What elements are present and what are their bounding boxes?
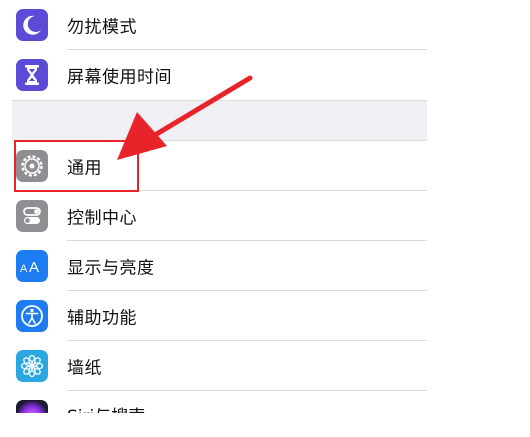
accessibility-icon (16, 300, 48, 332)
settings-item-siri-search[interactable]: Siri与搜索 (12, 391, 427, 413)
svg-text:A: A (29, 259, 39, 276)
text-size-icon: A A (16, 250, 48, 282)
settings-item-label: Siri与搜索 (67, 402, 145, 413)
settings-item-label: 辅助功能 (67, 308, 137, 329)
group-separator (12, 100, 427, 141)
settings-item-label: 勿扰模式 (67, 17, 137, 38)
siri-icon (16, 400, 48, 413)
hourglass-icon (16, 59, 48, 91)
highlight-box (14, 140, 139, 192)
settings-item-do-not-disturb[interactable]: 勿扰模式 (12, 0, 427, 50)
settings-list: 勿扰模式 屏幕使用时间 通用 控制中心 A A 显示与亮度 辅助功能 墙纸 (12, 0, 427, 437)
moon-icon (16, 9, 48, 41)
settings-item-label: 屏幕使用时间 (67, 67, 172, 88)
settings-item-control-center[interactable]: 控制中心 (12, 191, 427, 241)
settings-item-label: 控制中心 (67, 208, 137, 229)
toggles-icon (16, 200, 48, 232)
settings-item-screen-time[interactable]: 屏幕使用时间 (12, 50, 427, 100)
flower-icon (16, 350, 48, 382)
settings-item-wallpaper[interactable]: 墙纸 (12, 341, 427, 391)
settings-item-label: 显示与亮度 (67, 258, 155, 279)
settings-item-display-brightness[interactable]: A A 显示与亮度 (12, 241, 427, 291)
settings-item-accessibility[interactable]: 辅助功能 (12, 291, 427, 341)
svg-text:A: A (20, 263, 28, 275)
settings-item-label: 墙纸 (67, 358, 102, 379)
